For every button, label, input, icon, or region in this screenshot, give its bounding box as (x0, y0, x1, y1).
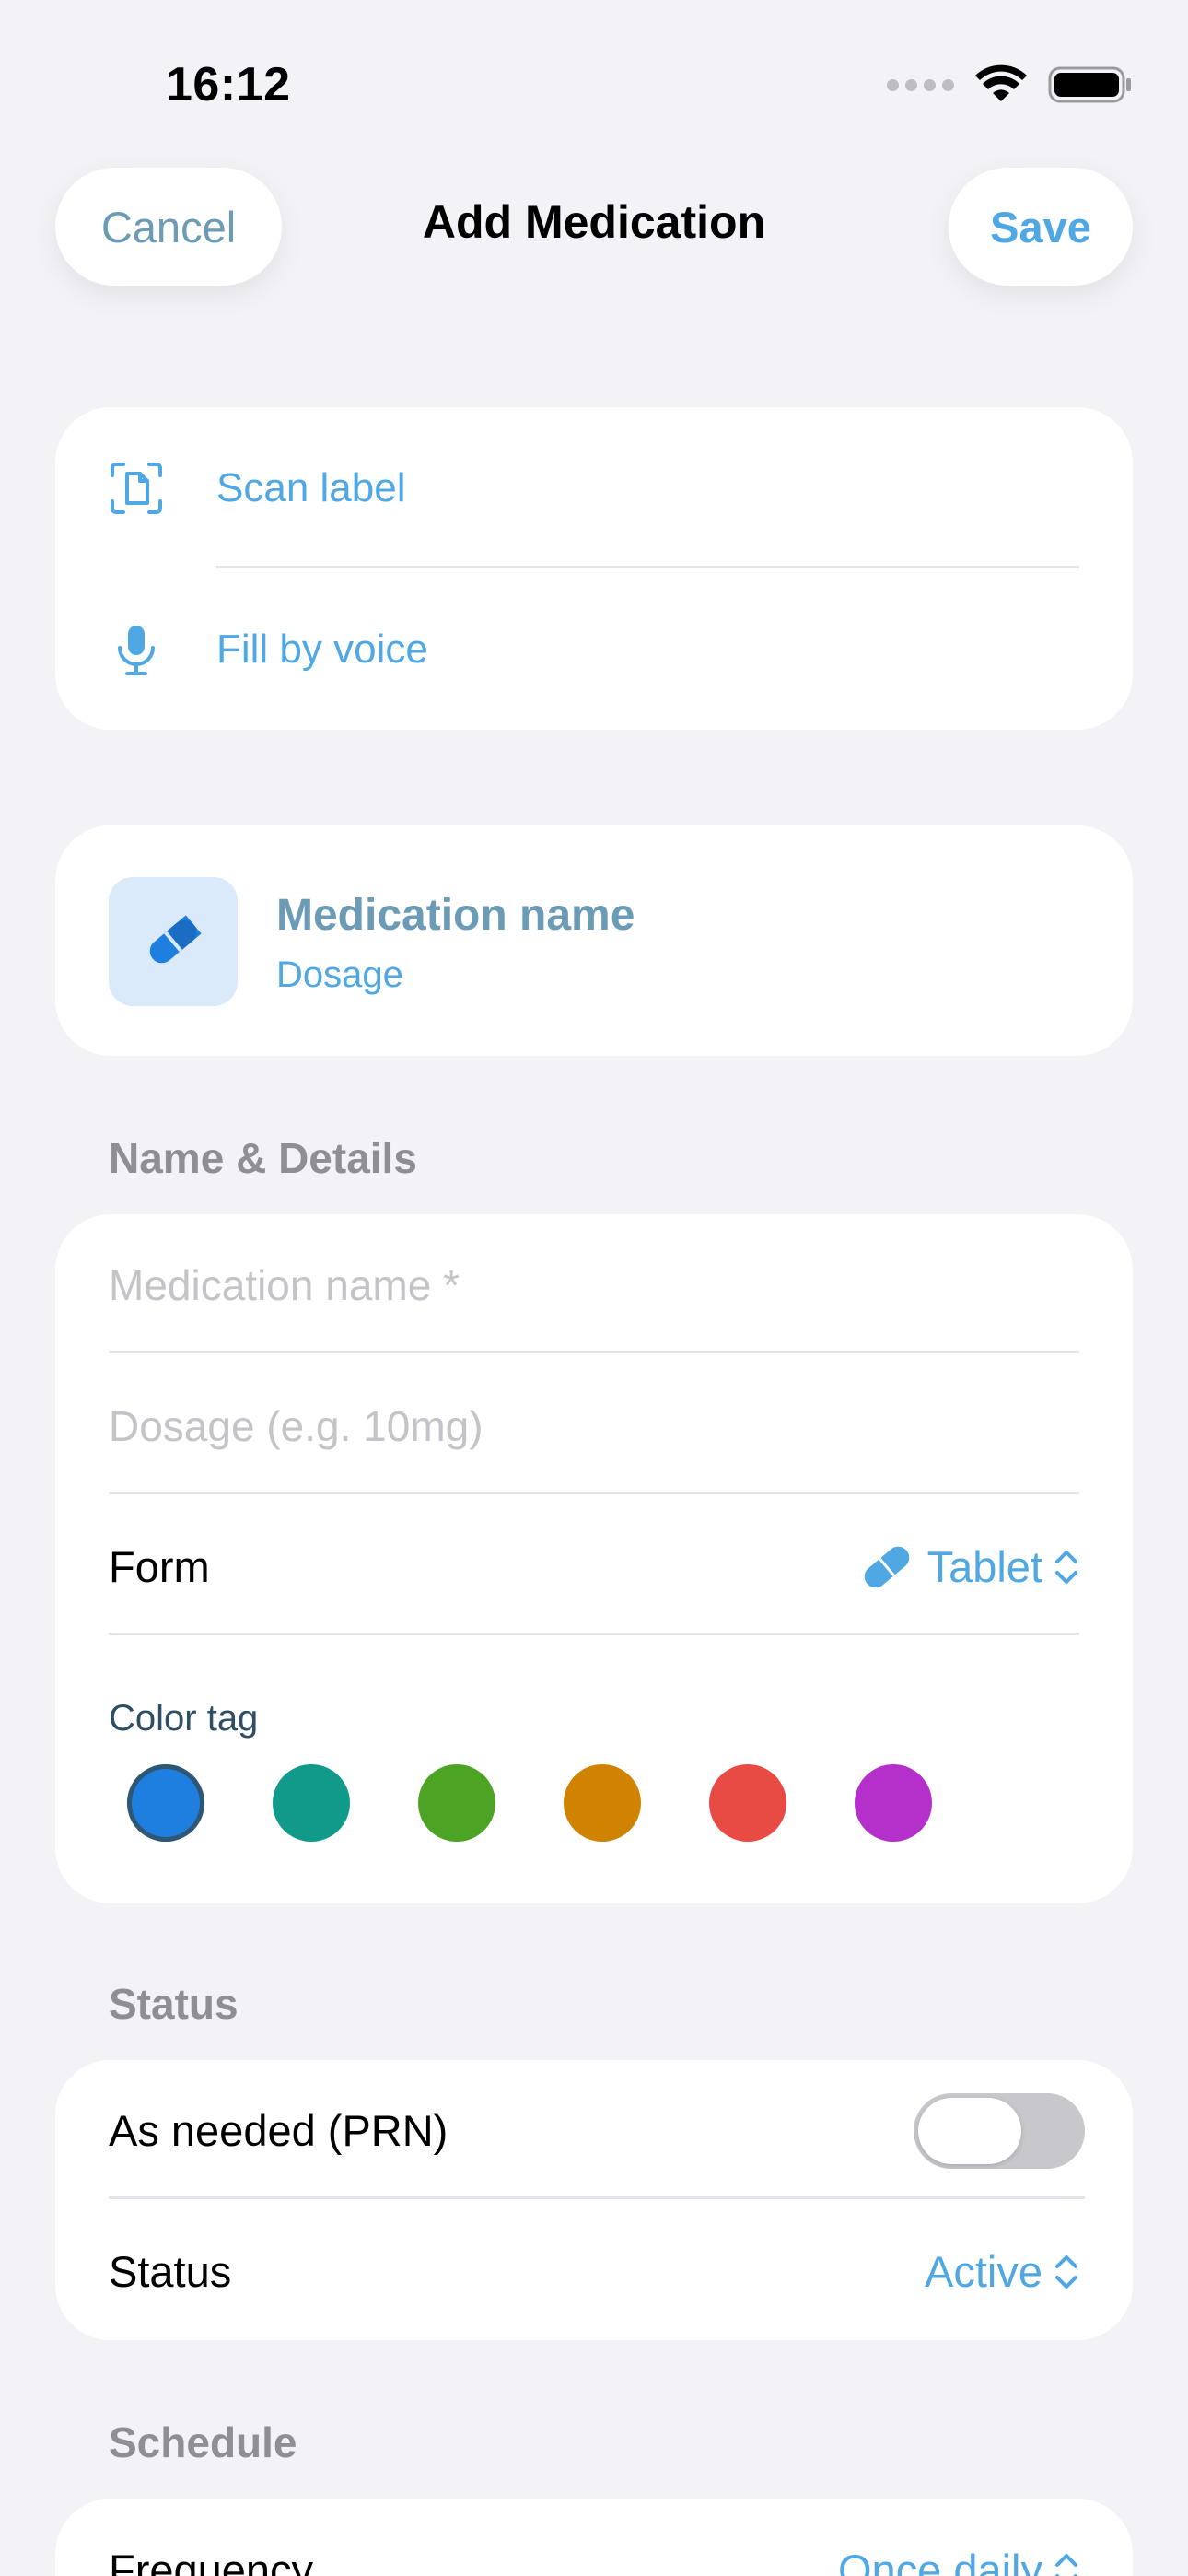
microphone-icon (118, 625, 155, 675)
status-icons (887, 64, 1133, 105)
scan-label-text: Scan label (216, 464, 406, 510)
toggle-knob (918, 2098, 1021, 2164)
preview-medication-name: Medication name (276, 891, 635, 940)
medication-name-placeholder: Medication name * (109, 1260, 460, 1309)
name-details-card: Medication name * Dosage (e.g. 10mg) For… (55, 1214, 1133, 1903)
frequency-picker[interactable]: Once daily (838, 2545, 1079, 2576)
frequency-row[interactable]: Frequency Once daily (109, 2499, 1079, 2576)
document-scan-icon (111, 462, 162, 514)
chevron-up-down-icon (1055, 2254, 1077, 2289)
section-header-status: Status (109, 1980, 239, 2028)
status-card: As needed (PRN) Status Active (55, 2060, 1133, 2340)
pill-icon (864, 1546, 909, 1587)
pill-tile (109, 877, 238, 1006)
chevron-up-down-icon (1055, 1550, 1077, 1584)
status-picker[interactable]: Active (925, 2246, 1079, 2297)
quick-actions-card: Scan label Fill by voice (55, 407, 1133, 730)
preview-dosage: Dosage (276, 954, 403, 995)
prn-toggle[interactable] (914, 2093, 1085, 2169)
frequency-label: Frequency (109, 2546, 314, 2576)
section-header-name-details: Name & Details (109, 1134, 417, 1182)
color-swatch[interactable] (709, 1764, 786, 1842)
prn-label: As needed (PRN) (109, 2106, 448, 2155)
form-row[interactable]: Form Tablet (109, 1496, 1079, 1637)
row-divider (109, 1351, 1079, 1353)
color-tag-label: Color tag (109, 1698, 259, 1739)
color-swatch[interactable] (564, 1764, 641, 1842)
color-swatch[interactable] (127, 1764, 204, 1842)
dosage-input[interactable]: Dosage (e.g. 10mg) (109, 1355, 1079, 1496)
add-medication-screen: 16:12 Cancel Add Medication Save Scan la… (0, 0, 1188, 2576)
frequency-value: Once daily (837, 2546, 1042, 2576)
battery-icon (1048, 66, 1131, 103)
color-swatch[interactable] (273, 1764, 350, 1842)
medication-preview-card: Medication name Dosage (55, 825, 1133, 1056)
fill-by-voice-text: Fill by voice (216, 626, 428, 672)
dosage-placeholder: Dosage (e.g. 10mg) (109, 1401, 483, 1450)
color-swatch[interactable] (418, 1764, 495, 1842)
fill-by-voice-row[interactable]: Fill by voice (55, 568, 1133, 730)
status-time: 16:12 (166, 58, 291, 111)
chevron-up-down-icon (1055, 2553, 1077, 2576)
pill-icon (149, 915, 202, 964)
color-swatch[interactable] (855, 1764, 932, 1842)
row-divider (109, 2196, 1085, 2199)
form-value: Tablet (926, 1542, 1042, 1591)
row-divider (109, 1633, 1079, 1635)
wifi-icon (975, 64, 1027, 101)
row-divider (109, 1492, 1079, 1494)
status-row[interactable]: Status Active (109, 2201, 1079, 2342)
medication-name-input[interactable]: Medication name * (109, 1214, 1079, 1355)
status-label: Status (109, 2247, 232, 2296)
form-label: Form (109, 1542, 210, 1591)
section-header-schedule: Schedule (109, 2418, 297, 2466)
form-picker[interactable]: Tablet (857, 1538, 1079, 1597)
status-value: Active (925, 2247, 1042, 2296)
scan-label-row[interactable]: Scan label (55, 407, 1133, 568)
cellular-signal-icon (887, 78, 954, 91)
save-button[interactable]: Save (949, 168, 1133, 286)
schedule-card: Frequency Once daily (55, 2499, 1133, 2576)
